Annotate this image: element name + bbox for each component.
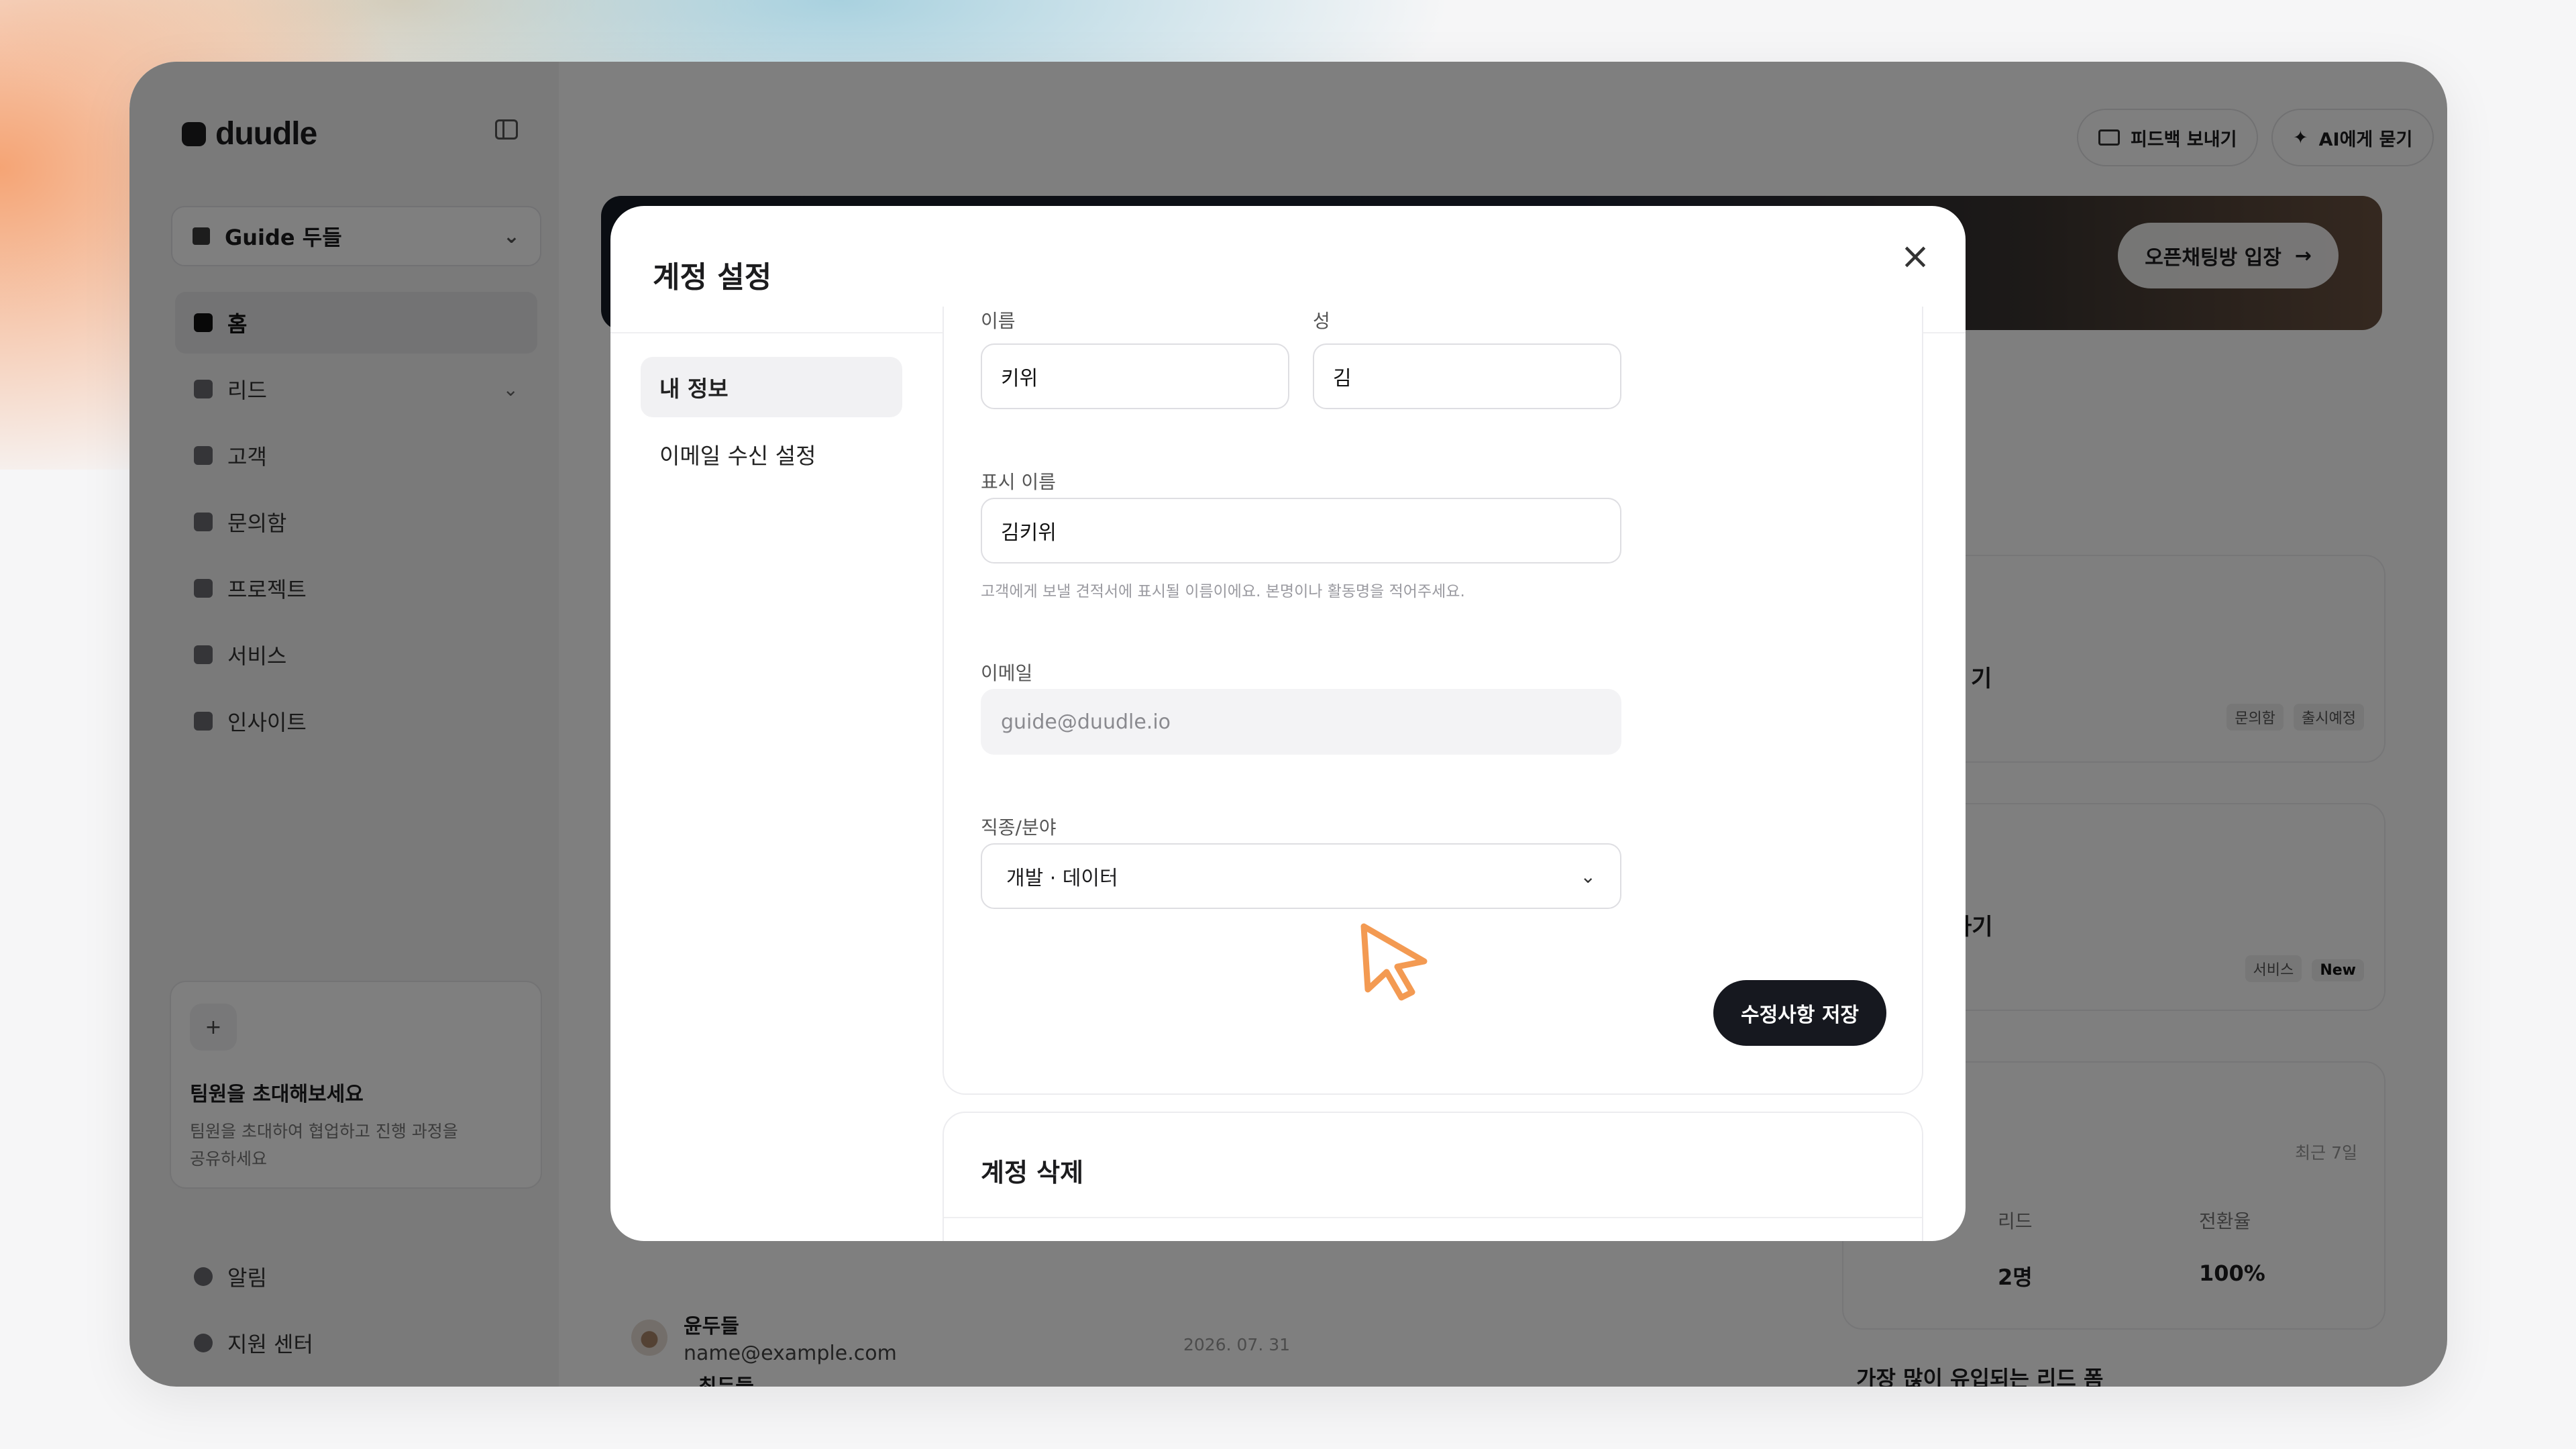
settings-nav: 내 정보 이메일 수신 설정 [641,357,902,491]
account-settings-modal: 계정 설정 × 내 정보 이메일 수신 설정 이름 성 표시 이름 고객에게 보… [610,206,1966,1241]
delete-account-card: 계정 삭제 [943,1112,1923,1241]
first-name-field[interactable] [981,343,1289,409]
job-select[interactable]: 개발 · 데이터 ⌄ [981,843,1621,909]
job-label: 직종/분야 [981,816,1057,839]
job-select-value: 개발 · 데이터 [1006,867,1118,890]
display-name-label: 표시 이름 [981,471,1056,493]
last-name-label: 성 [1313,310,1330,332]
chevron-down-icon: ⌄ [1580,865,1596,888]
close-icon[interactable]: × [1892,233,1939,280]
email-label: 이메일 [981,662,1033,684]
email-field [981,689,1621,755]
first-name-label: 이름 [981,310,1016,332]
tab-my-info[interactable]: 내 정보 [641,357,902,417]
save-button[interactable]: 수정사항 저장 [1713,980,1886,1046]
tab-email-preferences[interactable]: 이메일 수신 설정 [641,424,902,484]
profile-form: 이름 성 표시 이름 고객에게 보낼 견적서에 표시될 이름이에요. 본명이나 … [943,307,1923,1095]
display-name-hint: 고객에게 보낼 견적서에 표시될 이름이에요. 본명이나 활동명을 적어주세요. [981,583,1465,600]
display-name-field[interactable] [981,498,1621,564]
last-name-field[interactable] [1313,343,1621,409]
mouse-cursor-icon [1360,923,1428,1001]
delete-account-title: 계정 삭제 [981,1158,1084,1187]
divider [944,1217,1922,1218]
modal-title: 계정 설정 [653,260,772,294]
